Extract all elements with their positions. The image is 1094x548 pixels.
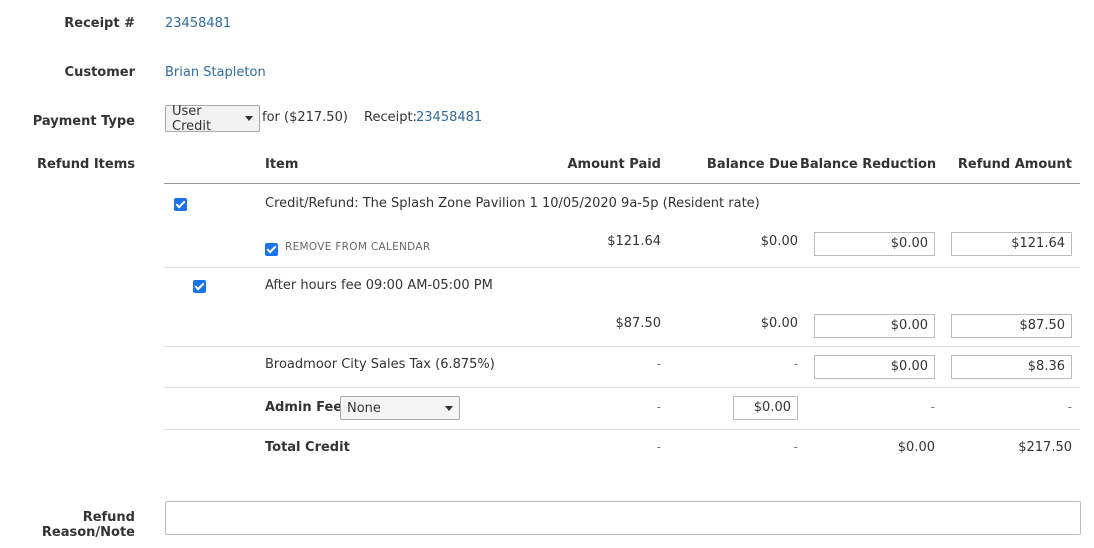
- admin-fee-select-value: None: [347, 400, 381, 416]
- total-balance-due: -: [793, 440, 798, 454]
- refund-reason-textarea[interactable]: [165, 501, 1081, 535]
- payment-receipt-link[interactable]: 23458481: [416, 110, 482, 125]
- row1-item-name: Credit/Refund: The Splash Zone Pavilion …: [265, 196, 760, 211]
- payment-receipt-label: Receipt:: [364, 110, 417, 125]
- admin-fee-select[interactable]: None: [340, 396, 460, 420]
- row4-refund-amount: -: [1067, 400, 1072, 414]
- refund-items-label: Refund Items: [37, 157, 135, 172]
- row3-refund-amount-input[interactable]: $8.36: [951, 355, 1072, 379]
- admin-fee-balance-due-input[interactable]: $0.00: [733, 396, 798, 420]
- customer-label: Customer: [64, 65, 135, 80]
- chevron-down-icon: [445, 405, 453, 411]
- col-header-amount-paid: Amount Paid: [567, 157, 661, 172]
- col-header-balance-due: Balance Due: [706, 157, 798, 172]
- row2-balance-due: $0.00: [760, 316, 798, 331]
- row-divider: [164, 429, 1080, 430]
- admin-fee-label: Admin Fee:: [265, 400, 348, 415]
- row3-balance-due: -: [793, 357, 798, 371]
- refund-reason-label: Refund Reason/Note: [41, 510, 135, 540]
- row3-balance-reduction-input[interactable]: $0.00: [814, 355, 935, 379]
- receipt-label: Receipt #: [64, 16, 135, 31]
- payment-for-text: for ($217.50): [262, 110, 348, 125]
- row3-item-name: Broadmoor City Sales Tax (6.875%): [265, 357, 495, 372]
- customer-name-link[interactable]: Brian Stapleton: [165, 65, 266, 80]
- chevron-down-icon: [245, 116, 253, 121]
- row-divider: [164, 346, 1080, 347]
- row1-balance-due: $0.00: [760, 234, 798, 249]
- row1-balance-reduction-input[interactable]: $0.00: [814, 232, 935, 256]
- remove-from-calendar-label: REMOVE FROM CALENDAR: [285, 241, 431, 253]
- payment-type-select-value: User Credit: [172, 103, 212, 134]
- col-header-balance-reduction: Balance Reduction: [800, 157, 937, 172]
- payment-type-label: Payment Type: [32, 114, 135, 129]
- row2-item-name: After hours fee 09:00 AM-05:00 PM: [265, 278, 493, 293]
- row3-amount-paid: -: [656, 357, 661, 371]
- table-header-divider: [164, 183, 1080, 184]
- total-refund-amount: $217.50: [1018, 440, 1072, 455]
- row2-amount-paid: $87.50: [615, 316, 662, 331]
- row4-balance-reduction: -: [930, 400, 935, 414]
- row2-balance-reduction-input[interactable]: $0.00: [814, 314, 935, 338]
- row4-amount-paid: -: [656, 400, 661, 414]
- col-header-refund-amount: Refund Amount: [957, 157, 1072, 172]
- receipt-number-link[interactable]: 23458481: [165, 16, 231, 31]
- remove-from-calendar-checkbox[interactable]: [265, 243, 278, 256]
- row1-amount-paid: $121.64: [607, 234, 661, 249]
- row-divider: [164, 267, 1080, 268]
- total-balance-reduction: $0.00: [897, 440, 935, 455]
- col-header-item: Item: [265, 157, 299, 172]
- payment-type-select[interactable]: User Credit: [165, 103, 260, 134]
- row2-checkbox[interactable]: [193, 280, 206, 293]
- total-credit-label: Total Credit: [265, 440, 350, 455]
- row2-refund-amount-input[interactable]: $87.50: [951, 314, 1072, 338]
- total-amount-paid: -: [656, 440, 661, 454]
- row1-refund-amount-input[interactable]: $121.64: [951, 232, 1072, 256]
- row1-checkbox[interactable]: [174, 198, 187, 211]
- row-divider: [164, 387, 1080, 388]
